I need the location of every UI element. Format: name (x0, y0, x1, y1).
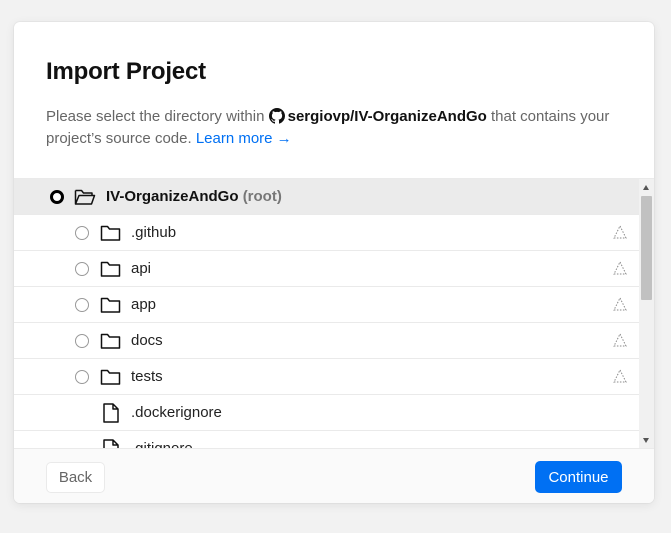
radio-button[interactable] (75, 334, 89, 348)
dialog-title: Import Project (46, 58, 206, 85)
tree-row-root[interactable]: IV-OrganizeAndGo (root) (14, 179, 639, 215)
warning-icon (613, 225, 627, 239)
repo-name: sergiovp/IV-OrganizeAndGo (287, 108, 487, 125)
folder-icon (100, 369, 121, 385)
tree-row-label: api (131, 260, 152, 277)
folder-icon (100, 297, 121, 313)
directory-list: IV-OrganizeAndGo (root) .github api app (14, 179, 639, 448)
warning-icon (613, 333, 627, 347)
warning-icon (613, 261, 627, 275)
file-icon (103, 403, 119, 423)
back-button[interactable]: Back (46, 462, 105, 493)
file-icon (103, 439, 119, 448)
warning-icon (613, 297, 627, 311)
folder-icon (100, 333, 121, 349)
tree-row-label: .dockerignore (131, 404, 222, 421)
radio-button[interactable] (75, 370, 89, 384)
tree-row-label: .gitignore (131, 440, 193, 448)
radio-button[interactable] (75, 262, 89, 276)
root-suffix: (root) (242, 188, 282, 205)
tree-row: .gitignore (14, 431, 639, 448)
radio-button[interactable] (75, 226, 89, 240)
tree-row[interactable]: api (14, 251, 639, 287)
warning-icon (613, 369, 627, 383)
tree-row-label: app (131, 296, 157, 313)
root-name: IV-OrganizeAndGo (106, 188, 239, 205)
scroll-up-arrow-icon[interactable] (643, 185, 649, 190)
scroll-down-arrow-icon[interactable] (643, 438, 649, 443)
tree-row[interactable]: .github (14, 215, 639, 251)
radio-selected[interactable] (50, 190, 64, 204)
tree-row-label: .github (131, 224, 177, 241)
radio-button[interactable] (75, 298, 89, 312)
import-project-dialog: Import Project Please select the directo… (14, 22, 654, 503)
github-icon (268, 108, 285, 124)
tree-row-label: tests (131, 368, 163, 385)
tree-row[interactable]: app (14, 287, 639, 323)
tree-row[interactable]: docs (14, 323, 639, 359)
dialog-description: Please select the directory within sergi… (46, 106, 622, 150)
scroll-thumb[interactable] (641, 196, 652, 300)
folder-icon (100, 261, 121, 277)
tree-row-label: docs (131, 332, 163, 349)
tree-row-label: IV-OrganizeAndGo (root) (106, 188, 282, 205)
tree-row[interactable]: tests (14, 359, 639, 395)
dialog-footer: Back Continue (14, 448, 654, 503)
scrollbar[interactable] (639, 179, 654, 448)
learn-more-link[interactable]: Learn more → (196, 130, 292, 147)
continue-button[interactable]: Continue (535, 461, 622, 493)
directory-tree[interactable]: IV-OrganizeAndGo (root) .github api app (14, 178, 654, 448)
dialog-header: Import Project Please select the directo… (14, 22, 654, 178)
description-prefix: Please select the directory within (46, 108, 265, 125)
folder-open-icon (74, 189, 96, 205)
tree-row: .dockerignore (14, 395, 639, 431)
repo-reference: sergiovp/IV-OrganizeAndGo (268, 108, 487, 125)
folder-icon (100, 225, 121, 241)
